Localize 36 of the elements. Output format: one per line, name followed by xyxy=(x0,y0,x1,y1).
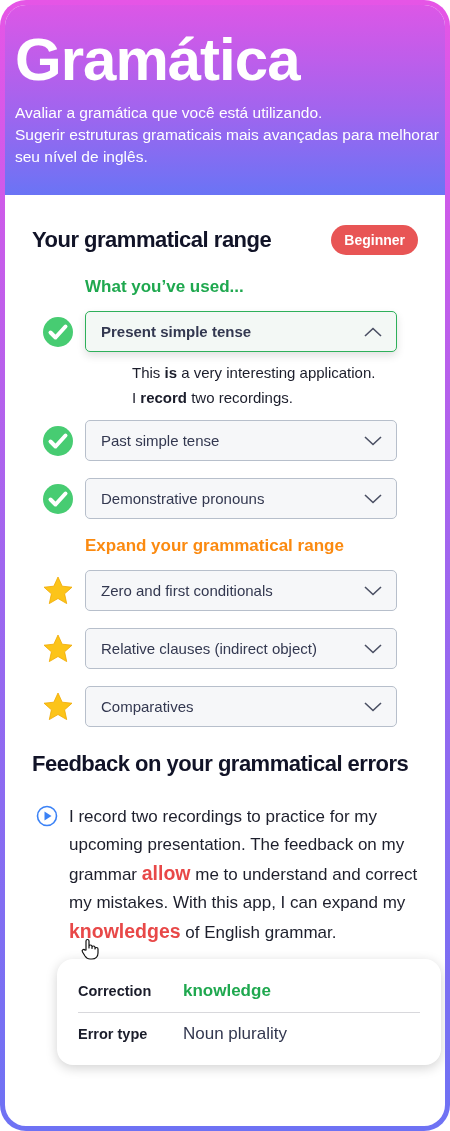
example-sentence: I record two recordings. xyxy=(132,389,294,406)
chevron-up-icon xyxy=(364,326,382,337)
accordion-item[interactable]: Comparatives xyxy=(85,686,397,727)
star-icon xyxy=(42,574,74,607)
accordion-item[interactable]: Present simple tense xyxy=(85,311,397,352)
description-text: Sugerir estruturas gramaticais mais avançadas para melhorar seu nível de inglês. xyxy=(15,125,440,167)
description-text: Avaliar a gramática que você está utilizando. xyxy=(15,103,324,123)
chevron-down-icon xyxy=(364,643,382,654)
star-icon xyxy=(42,690,74,723)
feedback-paragraph: I record two recordings to practice for my upcoming presentation. The feedback on my grammar allow me to understand and correct my mistakes. With this app, I can expand my knowledges of English grammar. xyxy=(69,803,418,947)
section-heading: Your grammatical range xyxy=(32,227,272,253)
accordion-item[interactable]: Zero and first conditionals xyxy=(85,570,397,611)
section-heading: Feedback on your grammatical errors xyxy=(32,751,410,777)
chevron-down-icon xyxy=(364,493,382,504)
popup-value: Noun plurality xyxy=(183,1024,287,1044)
error-word[interactable]: knowledges xyxy=(69,920,181,942)
play-icon[interactable] xyxy=(36,805,58,827)
accordion-item[interactable]: Past simple tense xyxy=(85,420,397,461)
level-badge: Beginner xyxy=(331,225,418,255)
chevron-down-icon xyxy=(364,701,382,712)
chevron-down-icon xyxy=(364,585,382,596)
accordion-item[interactable]: Relative clauses (indirect object) xyxy=(85,628,397,669)
page-title: Gramática xyxy=(15,28,302,92)
chevron-down-icon xyxy=(364,435,382,446)
check-icon xyxy=(42,482,74,515)
popup-label: Correction xyxy=(78,983,153,999)
check-icon xyxy=(42,424,74,457)
accordion-item[interactable]: Demonstrative pronouns xyxy=(85,478,397,519)
star-icon xyxy=(42,632,74,665)
check-icon xyxy=(42,315,74,348)
example-sentence: This is a very interesting application. xyxy=(132,364,377,381)
subsection-heading: What you’ve used... xyxy=(85,277,245,297)
popup-label: Error type xyxy=(78,1026,149,1042)
subsection-heading: Expand your grammatical range xyxy=(85,536,345,556)
error-word[interactable]: allow xyxy=(141,862,191,884)
popup-value: knowledge xyxy=(183,981,271,1001)
